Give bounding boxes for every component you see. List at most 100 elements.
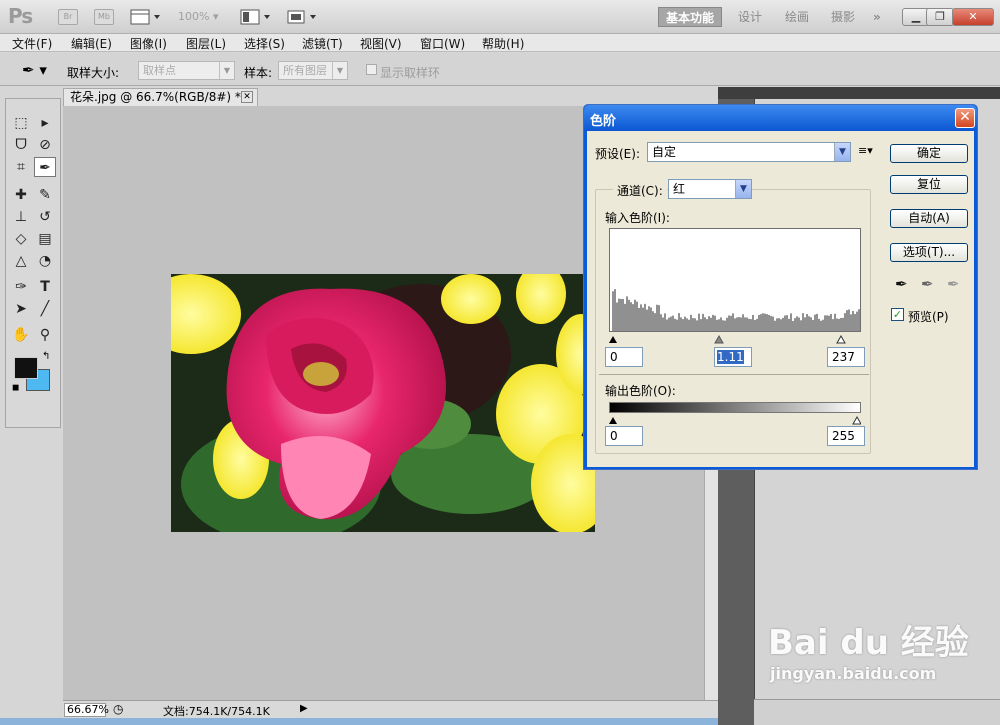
black-eyedropper-icon[interactable]: ✒ xyxy=(895,275,908,293)
levels-dialog-title: 色阶 xyxy=(590,114,617,129)
clone-stamp-tool-icon[interactable]: ⊥ xyxy=(10,207,32,227)
healing-brush-tool-icon[interactable]: ✚ xyxy=(10,185,32,205)
foreground-color-front[interactable] xyxy=(14,357,38,379)
workspace-painting[interactable]: 绘画 xyxy=(785,7,809,27)
ok-button[interactable]: 确定 xyxy=(890,144,968,163)
menu-layer[interactable]: 图层(L) xyxy=(186,35,226,52)
status-bar: 66.67% ◷ 文档:754.1K/754.1K ▶ xyxy=(63,700,718,718)
move-tool-icon[interactable]: ▸ xyxy=(34,113,56,133)
input-black-field[interactable]: 0 xyxy=(605,347,643,367)
preset-dropdown[interactable]: 自定 ▼ xyxy=(647,142,851,162)
menu-edit[interactable]: 编辑(E) xyxy=(71,35,112,52)
minibridge-icon[interactable]: Mb xyxy=(94,9,114,25)
eyedropper-tool-icon[interactable]: ✒ xyxy=(34,157,56,177)
menu-file[interactable]: 文件(F) xyxy=(12,35,52,52)
menu-bar: 文件(F) 编辑(E) 图像(I) 图层(L) 选择(S) 滤镜(T) 视图(V… xyxy=(0,34,1000,52)
output-gradient xyxy=(609,402,861,413)
eyedropper-preset-icon[interactable]: ✒ ▾ xyxy=(22,61,47,79)
baidu-watermark: Bai du 经验 jingyan.baidu.com xyxy=(768,615,969,683)
options-bar: ✒ ▾ 取样大小: 取样点 ▼ 样本: 所有图层 ▼ 显示取样环 xyxy=(0,53,1000,86)
close-document-icon[interactable]: ✕ xyxy=(241,91,253,103)
input-gamma-slider xyxy=(714,334,724,344)
menu-view[interactable]: 视图(V) xyxy=(360,35,402,52)
document-tab[interactable]: 花朵.jpg @ 66.7%(RGB/8#) * ✕ xyxy=(63,88,258,106)
input-black-slider xyxy=(609,336,617,343)
crop-tool-icon[interactable]: ⌗ xyxy=(10,157,32,177)
marquee-tool-icon[interactable]: ⬚ xyxy=(10,113,32,133)
levels-dialog-titlebar: 色阶 ✕ xyxy=(584,105,977,131)
pen-tool-icon[interactable]: ✑ xyxy=(10,277,32,297)
preset-label: 预设(E): xyxy=(595,147,640,161)
flower-photo[interactable] xyxy=(171,274,595,532)
levels-close-button[interactable]: ✕ xyxy=(955,108,975,128)
auto-button[interactable]: 自动(A) xyxy=(890,209,968,228)
workspace-design[interactable]: 设计 xyxy=(738,7,762,27)
history-brush-tool-icon[interactable]: ↺ xyxy=(34,207,56,227)
bridge-icon[interactable]: Br xyxy=(58,9,78,25)
blur-tool-icon[interactable]: △ xyxy=(10,251,32,271)
type-tool-icon[interactable]: T xyxy=(34,277,56,297)
path-selection-tool-icon[interactable]: ➤ xyxy=(10,299,32,319)
gradient-tool-icon[interactable]: ▤ xyxy=(34,229,56,249)
levels-dialog-body: 预设(E): 自定 ▼ ≡▾ 通道(C): 红 ▼ 输入色阶(I): 0 1.11 … xyxy=(587,131,974,467)
workspace-photography[interactable]: 摄影 xyxy=(831,7,855,27)
output-black-field[interactable]: 0 xyxy=(605,426,643,446)
show-sampling-ring-checkbox[interactable] xyxy=(366,64,377,75)
screen-mode-icon[interactable] xyxy=(286,9,318,25)
brush-tool-icon[interactable]: ✎ xyxy=(34,185,56,205)
menu-window[interactable]: 窗口(W) xyxy=(420,35,465,52)
input-levels-label: 输入色阶(I): xyxy=(605,211,670,225)
chevron-down-icon: ▼ xyxy=(834,143,850,161)
workspace-essentials[interactable]: 基本功能 xyxy=(658,7,722,27)
status-menu-arrow-icon[interactable]: ▶ xyxy=(300,703,308,714)
input-white-field[interactable]: 237 xyxy=(827,347,865,367)
sample-size-dropdown[interactable]: 取样点 ▼ xyxy=(138,61,235,80)
output-levels-label: 输出色阶(O): xyxy=(605,384,676,398)
output-white-field[interactable]: 255 xyxy=(827,426,865,446)
hand-tool-icon[interactable]: ✋ xyxy=(10,325,32,345)
preset-options-icon[interactable]: ≡▾ xyxy=(858,144,873,157)
show-sampling-ring-label: 显示取样环 xyxy=(380,66,441,80)
divider xyxy=(599,374,869,375)
input-gamma-field[interactable]: 1.11 xyxy=(714,347,752,367)
chevron-down-icon: ▼ xyxy=(735,180,751,198)
watermark-url: jingyan.baidu.com xyxy=(770,664,937,683)
options-button[interactable]: 选项(T)... xyxy=(890,243,968,262)
preview-checkbox[interactable]: ✓ xyxy=(891,308,904,321)
status-doc-info: 文档:754.1K/754.1K xyxy=(163,705,270,718)
status-zoom-field[interactable]: 66.67% xyxy=(64,703,109,717)
line-tool-icon[interactable]: ╱ xyxy=(34,299,56,319)
status-options-icon[interactable]: ◷ xyxy=(113,702,123,716)
watermark-brand: Bai du 经验 xyxy=(768,623,969,663)
zoom-level-dropdown[interactable]: 100% ▾ xyxy=(178,10,218,23)
panel-dock-header xyxy=(718,87,1000,99)
menu-select[interactable]: 选择(S) xyxy=(244,35,285,52)
lasso-tool-icon[interactable]: ᗜ xyxy=(10,135,32,155)
swap-colors-icon[interactable]: ↰ xyxy=(42,351,50,362)
channel-dropdown[interactable]: 红 ▼ xyxy=(668,179,752,199)
close-window-button[interactable]: ✕ xyxy=(952,8,994,26)
document-tab-title: 花朵.jpg @ 66.7%(RGB/8#) * xyxy=(70,90,241,104)
reset-button[interactable]: 复位 xyxy=(890,175,968,194)
arrange-documents-icon[interactable] xyxy=(240,9,272,25)
taskbar-strip xyxy=(0,718,718,725)
eraser-tool-icon[interactable]: ◇ xyxy=(10,229,32,249)
view-extras-icon[interactable] xyxy=(130,9,162,25)
sample-label: 样本: xyxy=(244,66,273,80)
quick-selection-tool-icon[interactable]: ⊘ xyxy=(34,135,56,155)
photoshop-logo: Ps xyxy=(8,4,33,28)
menu-filter[interactable]: 滤镜(T) xyxy=(302,35,343,52)
default-colors-icon[interactable]: ◼ xyxy=(12,383,19,393)
tools-panel: ⬚ ▸ ᗜ ⊘ ⌗ ✒ ✚ ✎ ⊥ ↺ ◇ ▤ △ ◔ ✑ T ➤ ╱ ✋ ⚲ … xyxy=(5,98,61,428)
more-workspaces-icon[interactable]: » xyxy=(873,7,881,27)
input-sliders[interactable] xyxy=(609,333,861,344)
sample-dropdown[interactable]: 所有图层 ▼ xyxy=(278,61,348,80)
restore-button[interactable]: ❐ xyxy=(926,8,954,26)
dodge-tool-icon[interactable]: ◔ xyxy=(34,251,56,271)
menu-image[interactable]: 图像(I) xyxy=(130,35,167,52)
menu-help[interactable]: 帮助(H) xyxy=(482,35,524,52)
zoom-tool-icon[interactable]: ⚲ xyxy=(34,325,56,345)
white-eyedropper-icon[interactable]: ✒ xyxy=(947,275,960,293)
gray-eyedropper-icon[interactable]: ✒ xyxy=(921,275,934,293)
output-sliders[interactable] xyxy=(609,414,862,425)
